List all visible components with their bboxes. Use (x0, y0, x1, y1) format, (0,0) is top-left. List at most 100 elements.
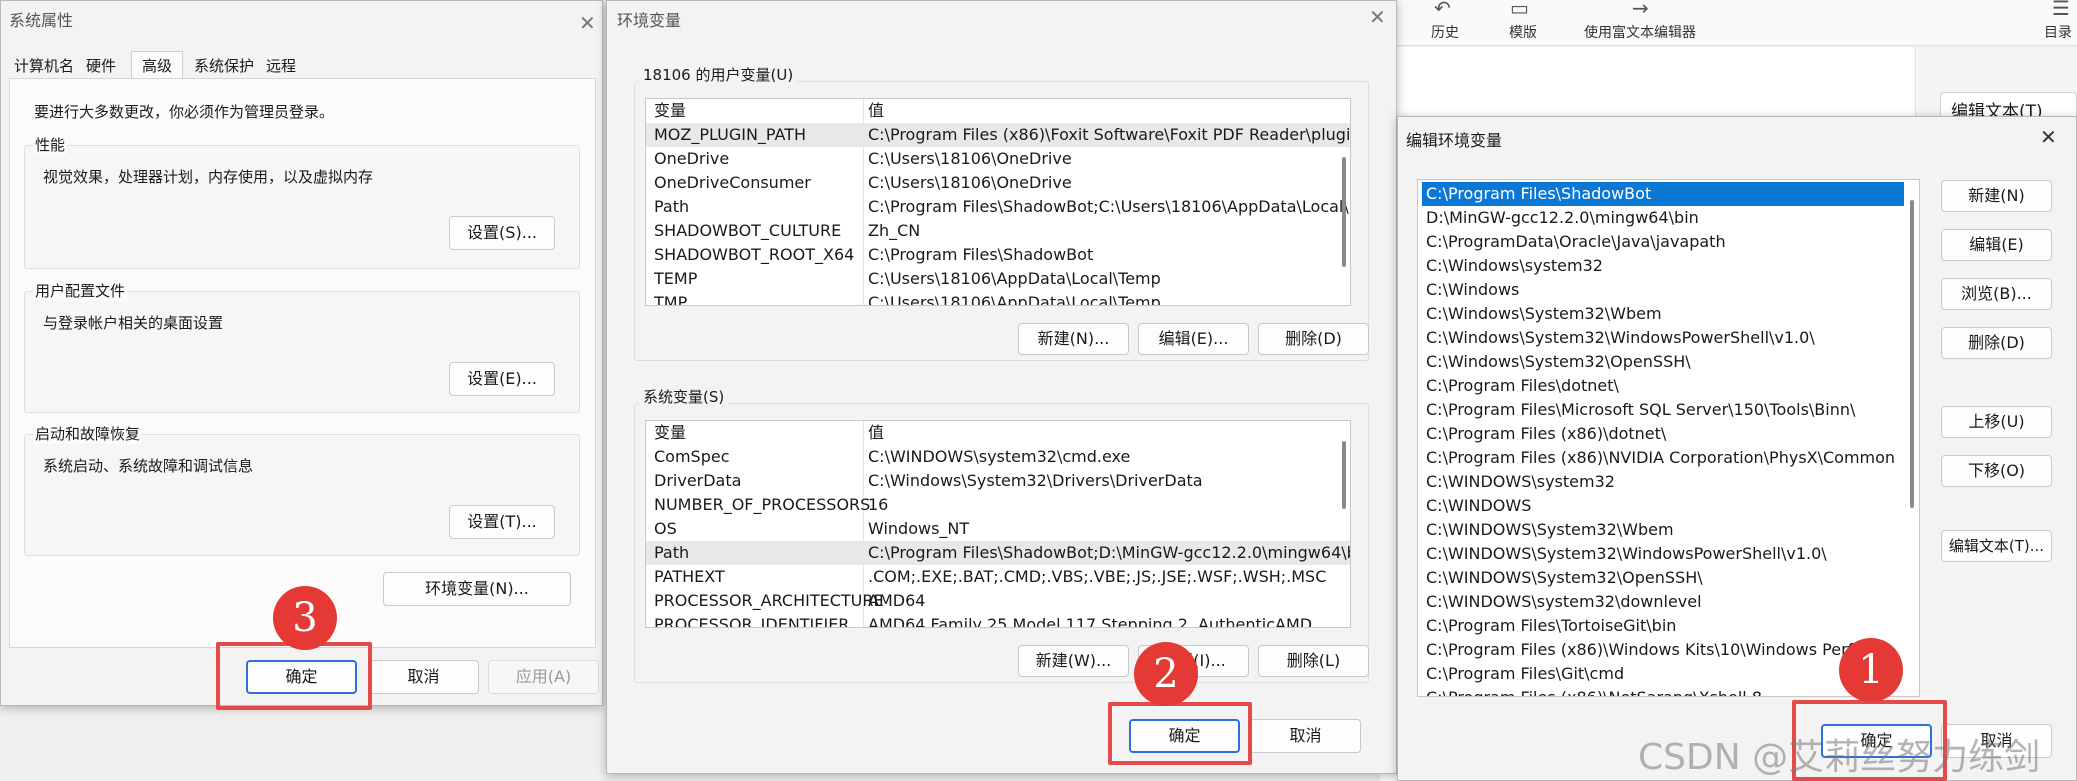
edit-button[interactable]: 编辑(E) (1941, 229, 2052, 261)
table-row[interactable]: PROCESSOR_ARCHITECTURE AMD64 (646, 589, 1350, 613)
browse-button[interactable]: 浏览(B)... (1941, 278, 2052, 310)
background-app-toolbar: ↶ 历史 ▭ 模版 → 使用富文本编辑器 ☰ 目录 (1380, 0, 2077, 46)
system-variables-group: 系统变量(S) 变量 值 ComSpec C:\WINDOWS\system32\… (634, 386, 1369, 683)
list-item[interactable]: C:\Program Files\TortoiseGit\bin (1422, 614, 1676, 638)
table-row[interactable]: PATHEXT .COM;.EXE;.BAT;.CMD;.VBS;.VBE;.JS… (646, 565, 1350, 589)
list-item[interactable]: C:\Program Files\ShadowBot (1422, 182, 1904, 206)
environment-variables-button[interactable]: 环境变量(N)... (383, 572, 571, 606)
rich-text-label[interactable]: 使用富文本编辑器 (1570, 22, 1710, 42)
table-row[interactable]: DriverData C:\Windows\System32\Drivers\Dr… (646, 469, 1350, 493)
apply-button[interactable]: 应用(A) (488, 660, 599, 694)
column-header-variable[interactable]: 变量 (654, 99, 686, 123)
scrollbar[interactable] (1342, 157, 1346, 267)
var-name: OneDrive (654, 149, 730, 168)
user-new-button[interactable]: 新建(N)... (1018, 323, 1129, 355)
scrollbar[interactable] (1910, 200, 1914, 508)
cancel-button[interactable]: 取消 (1250, 719, 1361, 753)
table-row[interactable]: SHADOWBOT_ROOT_X64 C:\Program Files\Shado… (646, 243, 1350, 267)
table-row[interactable]: OS Windows_NT (646, 517, 1350, 541)
list-item[interactable]: C:\Program Files\dotnet\ (1422, 374, 1619, 398)
close-icon[interactable]: ✕ (2040, 127, 2057, 147)
list-item[interactable]: C:\WINDOWS\System32\WindowsPowerShell\v1… (1422, 542, 1827, 566)
toc-icon[interactable]: ☰ (2052, 0, 2070, 20)
column-header-value[interactable]: 值 (868, 421, 884, 445)
list-item[interactable]: C:\WINDOWS\System32\OpenSSH\ (1422, 566, 1703, 590)
template-icon[interactable]: ▭ (1510, 0, 1529, 20)
tab-hardware[interactable]: 硬件 (86, 55, 116, 76)
list-item[interactable]: C:\WINDOWS\system32 (1422, 470, 1615, 494)
user-edit-button[interactable]: 编辑(E)... (1138, 323, 1249, 355)
move-up-button[interactable]: 上移(U) (1941, 406, 2052, 438)
arrow-right-icon[interactable]: → (1632, 0, 1649, 20)
table-row[interactable]: OneDrive C:\Users\18106\OneDrive (646, 147, 1350, 171)
list-item[interactable]: C:\ProgramData\Oracle\Java\javapath (1422, 230, 1726, 254)
column-header-value[interactable]: 值 (868, 99, 884, 123)
table-header: 变量 值 (646, 99, 1350, 123)
close-icon[interactable]: ✕ (1369, 7, 1386, 27)
table-row[interactable]: Path C:\Program Files\ShadowBot;C:\Users\… (646, 195, 1350, 219)
delete-button[interactable]: 删除(D) (1941, 327, 2052, 359)
list-item[interactable]: C:\WINDOWS\system32\downlevel (1422, 590, 1702, 614)
step-badge-2: 2 (1134, 642, 1198, 706)
var-name: ComSpec (654, 447, 730, 466)
var-value: C:\Program Files\ShadowBot;C:\Users\1810… (868, 197, 1351, 216)
user-variables-label: 18106 的用户变量(U) (639, 64, 798, 85)
history-icon[interactable]: ↶ (1434, 0, 1451, 20)
move-down-button[interactable]: 下移(O) (1941, 455, 2052, 487)
user-profile-settings-button[interactable]: 设置(E)... (449, 362, 555, 396)
close-icon[interactable]: ✕ (579, 13, 596, 33)
performance-desc: 视觉效果，处理器计划，内存使用，以及虚拟内存 (43, 168, 374, 186)
table-row[interactable]: PROCESSOR_IDENTIFIER AMD64 Family 25 Mode… (646, 613, 1350, 627)
table-row[interactable]: TEMP C:\Users\18106\AppData\Local\Temp (646, 267, 1350, 291)
startup-settings-button[interactable]: 设置(T)... (449, 505, 555, 539)
var-value: Zh_CN (868, 221, 921, 240)
tab-system-protection[interactable]: 系统保护 (194, 55, 254, 76)
table-row[interactable]: NUMBER_OF_PROCESSORS 16 (646, 493, 1350, 517)
table-row[interactable]: Path C:\Program Files\ShadowBot;D:\MinGW-… (646, 541, 1350, 565)
table-row[interactable]: TMP C:\Users\18106\AppData\Local\Temp (646, 291, 1350, 305)
history-label[interactable]: 历史 (1420, 22, 1470, 42)
table-row[interactable]: MOZ_PLUGIN_PATH C:\Program Files (x86)\Fo… (646, 123, 1350, 147)
system-new-button[interactable]: 新建(W)... (1018, 645, 1129, 677)
list-item[interactable]: C:\WINDOWS (1422, 494, 1531, 518)
tab-advanced[interactable]: 高级 (131, 51, 184, 80)
startup-recovery-label: 启动和故障恢复 (33, 423, 143, 444)
table-row[interactable]: ComSpec C:\WINDOWS\system32\cmd.exe (646, 445, 1350, 469)
list-item[interactable]: C:\Program Files (x86)\NetSarang\Xshell … (1422, 686, 1762, 696)
list-item[interactable]: C:\Windows\System32\WindowsPowerShell\v1… (1422, 326, 1815, 350)
list-item[interactable]: C:\Windows\System32\Wbem (1422, 302, 1662, 326)
list-item[interactable]: C:\Program Files (x86)\NVIDIA Corporatio… (1422, 446, 1895, 470)
system-delete-button[interactable]: 删除(L) (1258, 645, 1369, 677)
table-header: 变量 值 (646, 421, 1350, 445)
var-value: .COM;.EXE;.BAT;.CMD;.VBS;.VBE;.JS;.JSE;.… (868, 567, 1327, 586)
list-item[interactable]: C:\Windows\System32\OpenSSH\ (1422, 350, 1691, 374)
list-item[interactable]: C:\Program Files\Git\cmd (1422, 662, 1624, 686)
user-variables-table[interactable]: 变量 值 MOZ_PLUGIN_PATH C:\Program Files (x8… (645, 98, 1351, 306)
path-entries-list[interactable]: C:\Program Files\ShadowBot D:\MinGW-gcc1… (1417, 179, 1920, 697)
table-row[interactable]: SHADOWBOT_CULTURE Zh_CN (646, 219, 1350, 243)
list-item[interactable]: C:\Program Files (x86)\Windows Kits\10\W… (1422, 638, 1885, 662)
list-item[interactable]: C:\Windows (1422, 278, 1519, 302)
list-item[interactable]: C:\WINDOWS\System32\Wbem (1422, 518, 1674, 542)
cancel-button[interactable]: 取消 (368, 660, 479, 694)
user-profile-group: 用户配置文件 与登录帐户相关的桌面设置 设置(E)... (24, 280, 580, 413)
tab-computer-name[interactable]: 计算机名 (14, 55, 74, 76)
toc-label[interactable]: 目录 (2040, 22, 2076, 42)
list-item[interactable]: C:\Program Files (x86)\dotnet\ (1422, 422, 1666, 446)
list-item[interactable]: C:\Windows\system32 (1422, 254, 1603, 278)
new-button[interactable]: 新建(N) (1941, 180, 2052, 212)
system-variables-table[interactable]: 变量 值 ComSpec C:\WINDOWS\system32\cmd.exe … (645, 420, 1351, 628)
system-variables-label: 系统变量(S) (639, 386, 729, 407)
table-row[interactable]: OneDriveConsumer C:\Users\18106\OneDrive (646, 171, 1350, 195)
edit-text-button[interactable]: 编辑文本(T)... (1941, 530, 2052, 562)
list-item[interactable]: C:\Program Files\Microsoft SQL Server\15… (1422, 398, 1855, 422)
var-name: OS (654, 519, 677, 538)
performance-settings-button[interactable]: 设置(S)... (449, 216, 555, 250)
template-label[interactable]: 模版 (1498, 22, 1548, 42)
tab-remote[interactable]: 远程 (266, 55, 296, 76)
user-delete-button[interactable]: 删除(D) (1258, 323, 1369, 355)
list-item[interactable]: D:\MinGW-gcc12.2.0\mingw64\bin (1422, 206, 1699, 230)
column-header-variable[interactable]: 变量 (654, 421, 686, 445)
scrollbar[interactable] (1342, 441, 1346, 509)
var-value: C:\Users\18106\AppData\Local\Temp (868, 269, 1161, 288)
